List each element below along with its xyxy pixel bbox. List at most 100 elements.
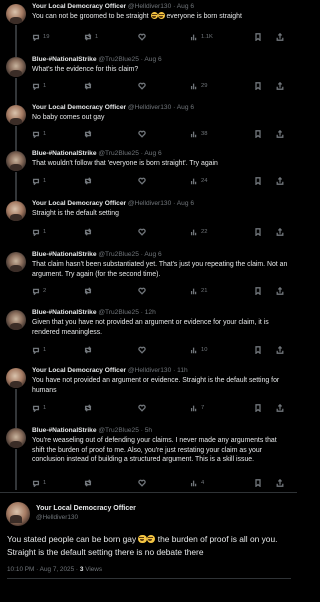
reply-button[interactable]: 1	[32, 228, 46, 236]
timestamp[interactable]: 11h	[177, 367, 188, 374]
like-button[interactable]	[138, 177, 149, 185]
share-button[interactable]	[276, 177, 284, 185]
avatar[interactable]	[6, 151, 26, 171]
share-button[interactable]	[276, 287, 284, 295]
avatar[interactable]	[6, 4, 26, 24]
avatar[interactable]	[6, 252, 26, 272]
like-button[interactable]	[138, 287, 149, 295]
reply-tweet[interactable]: Blue-#NationalStrike @Tru2Blue25 · 5h Yo…	[0, 418, 297, 490]
reply-button[interactable]: 2	[32, 287, 46, 295]
reply-tweet[interactable]: Your Local Democracy Officer @Helldiver1…	[0, 189, 297, 241]
bookmark-button[interactable]	[254, 479, 262, 487]
views-button[interactable]: 21	[190, 287, 207, 295]
reply-button[interactable]: 1	[32, 130, 46, 138]
bookmark-button[interactable]	[254, 33, 262, 41]
share-button[interactable]	[276, 33, 284, 41]
reply-tweet[interactable]: Your Local Democracy Officer @Helldiver1…	[0, 95, 297, 141]
reply-button[interactable]: 1	[32, 177, 46, 185]
retweet-button[interactable]	[84, 404, 95, 412]
timestamp[interactable]: Aug 6	[177, 200, 194, 207]
retweet-button[interactable]	[84, 479, 95, 487]
bookmark-button[interactable]	[254, 346, 262, 354]
like-button[interactable]	[138, 130, 149, 138]
reply-tweet[interactable]: Your Local Democracy Officer @Helldiver1…	[0, 364, 297, 418]
reply-button[interactable]: 1	[32, 404, 46, 412]
retweet-button[interactable]	[84, 82, 95, 90]
timestamp[interactable]: Aug 6	[144, 56, 161, 63]
avatar[interactable]	[6, 57, 26, 77]
reply-tweet[interactable]: Blue-#NationalStrike @Tru2Blue25 · 12h G…	[0, 306, 297, 358]
author-name[interactable]: Blue-#NationalStrike	[32, 150, 97, 157]
reply-tweet[interactable]: Blue-#NationalStrike @Tru2Blue25 · Aug 6…	[0, 46, 297, 95]
timestamp[interactable]: 5h	[145, 427, 152, 434]
avatar[interactable]	[6, 428, 26, 448]
reply-button[interactable]: 1	[32, 346, 46, 354]
avatar[interactable]	[6, 368, 26, 388]
author-name[interactable]: Blue-#NationalStrike	[32, 309, 97, 316]
author-name[interactable]: Blue-#NationalStrike	[32, 251, 97, 258]
avatar[interactable]	[6, 502, 30, 526]
bookmark-button[interactable]	[254, 404, 262, 412]
author-handle[interactable]: @Tru2Blue25	[98, 309, 139, 316]
author-name[interactable]: Blue-#NationalStrike	[32, 427, 97, 434]
author-name[interactable]: Your Local Democracy Officer	[32, 367, 126, 374]
timestamp[interactable]: Aug 6	[177, 3, 194, 10]
like-button[interactable]	[138, 404, 149, 412]
like-button[interactable]	[138, 228, 149, 236]
like-button[interactable]	[138, 33, 149, 41]
timestamp[interactable]: Aug 6	[144, 150, 161, 157]
views-button[interactable]: 24	[190, 177, 207, 185]
avatar[interactable]	[6, 310, 26, 330]
reply-button[interactable]: 1	[32, 82, 46, 90]
author-handle[interactable]: @Helldiver130	[128, 367, 171, 374]
reply-tweet[interactable]: Blue-#NationalStrike @Tru2Blue25 · Aug 6…	[0, 141, 297, 189]
share-button[interactable]	[276, 346, 284, 354]
retweet-button[interactable]	[84, 177, 95, 185]
reply-button[interactable]: 19	[32, 33, 49, 41]
bookmark-button[interactable]	[254, 82, 262, 90]
views-button[interactable]: 4	[190, 479, 204, 487]
like-button[interactable]	[138, 346, 149, 354]
avatar[interactable]	[6, 201, 26, 221]
retweet-button[interactable]	[84, 228, 95, 236]
bookmark-button[interactable]	[254, 130, 262, 138]
views-button[interactable]: 7	[190, 404, 204, 412]
author-handle[interactable]: @Tru2Blue25	[98, 251, 139, 258]
author-name[interactable]: Blue-#NationalStrike	[32, 56, 97, 63]
author-handle[interactable]: @Tru2Blue25	[98, 150, 139, 157]
like-button[interactable]	[138, 479, 149, 487]
reply-button[interactable]: 1	[32, 479, 46, 487]
author-name[interactable]: Your Local Democracy Officer	[32, 200, 126, 207]
views-button[interactable]: 10	[190, 346, 207, 354]
bookmark-button[interactable]	[254, 287, 262, 295]
author-handle[interactable]: @Tru2Blue25	[98, 56, 139, 63]
timestamp[interactable]: Aug 6	[177, 104, 194, 111]
author-name[interactable]: Your Local Democracy Officer	[32, 3, 126, 10]
timestamp[interactable]: Aug 6	[144, 251, 161, 258]
bookmark-button[interactable]	[254, 177, 262, 185]
avatar[interactable]	[6, 105, 26, 125]
timestamp[interactable]: 12h	[145, 309, 156, 316]
views-button[interactable]: 1.1K	[190, 33, 213, 41]
author-handle[interactable]: @Tru2Blue25	[98, 427, 139, 434]
author-name[interactable]: Your Local Democracy Officer	[36, 505, 136, 512]
share-button[interactable]	[276, 228, 284, 236]
share-button[interactable]	[276, 404, 284, 412]
share-button[interactable]	[276, 479, 284, 487]
views-button[interactable]: 38	[190, 130, 207, 138]
author-name[interactable]: Your Local Democracy Officer	[32, 104, 126, 111]
author-handle[interactable]: @Helldiver130	[36, 514, 78, 521]
retweet-button[interactable]	[84, 130, 95, 138]
like-button[interactable]	[138, 82, 149, 90]
share-button[interactable]	[276, 82, 284, 90]
share-button[interactable]	[276, 130, 284, 138]
views-button[interactable]: 22	[190, 228, 207, 236]
retweet-button[interactable]	[84, 346, 95, 354]
author-handle[interactable]: @Helldiver130	[128, 200, 171, 207]
retweet-button[interactable]: 1	[84, 33, 98, 41]
author-handle[interactable]: @Helldiver130	[128, 3, 171, 10]
reply-tweet[interactable]: Blue-#NationalStrike @Tru2Blue25 · Aug 6…	[0, 248, 297, 300]
author-handle[interactable]: @Helldiver130	[128, 104, 171, 111]
post-timestamp[interactable]: 10:10 PM · Aug 7, 2025 ·	[7, 566, 78, 573]
retweet-button[interactable]	[84, 287, 95, 295]
